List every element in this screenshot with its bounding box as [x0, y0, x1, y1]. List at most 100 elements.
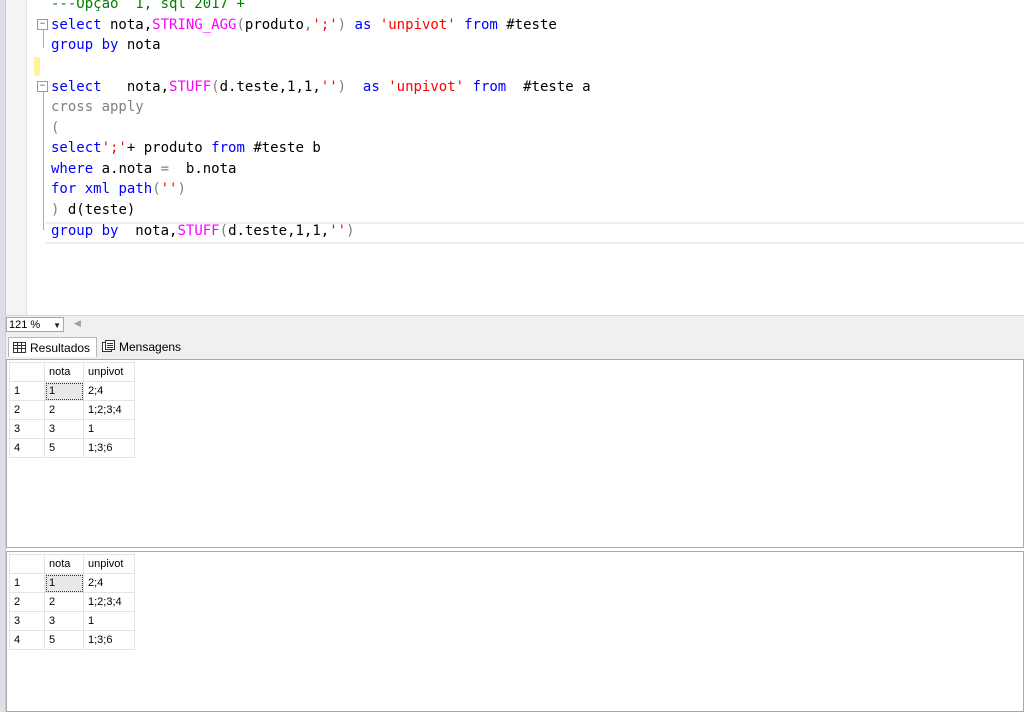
- table-row[interactable]: 4 5 1;3;6: [9, 630, 135, 650]
- table-row[interactable]: 1 1 2;4: [9, 381, 135, 401]
- table-row[interactable]: 4 5 1;3;6: [9, 438, 135, 458]
- change-marker: [34, 57, 40, 76]
- row-number[interactable]: 3: [9, 611, 45, 631]
- header-row: nota unpivot: [9, 362, 135, 382]
- messages-icon: [102, 338, 115, 358]
- code-token: #teste: [497, 17, 557, 33]
- cell-unpivot[interactable]: 2;4: [83, 381, 135, 401]
- zoom-value: 121 %: [9, 319, 41, 331]
- code-token: a.nota: [93, 161, 161, 177]
- tab-label: Mensagens: [119, 340, 182, 354]
- column-header-nota[interactable]: nota: [44, 554, 84, 574]
- code-token: select: [51, 79, 102, 95]
- chevron-down-icon: ▼: [53, 321, 61, 330]
- results-grid-2[interactable]: nota unpivot 1 1 2;4 2 2 1;2;3;4 3 3 1 4 5 1;3;6: [6, 551, 1024, 712]
- cell-unpivot[interactable]: 1;2;3;4: [83, 592, 135, 612]
- zoom-dropdown[interactable]: 121 % ▼: [6, 317, 64, 332]
- cell-nota[interactable]: 5: [44, 630, 84, 650]
- tab-resultados[interactable]: Resultados: [8, 337, 98, 357]
- code-line[interactable]: for xml path(''): [51, 179, 186, 199]
- code-line[interactable]: ---Opçao 1, sql 2017 +: [51, 0, 245, 14]
- editor-gutter: [6, 0, 27, 315]
- row-number[interactable]: 1: [9, 573, 45, 593]
- results-table: nota unpivot 1 1 2;4 2 2 1;2;3;4 3 3 1 4 5 1;3;6: [9, 554, 135, 650]
- code-token: 'unpivot': [388, 79, 465, 95]
- code-token: (: [236, 17, 245, 33]
- code-line[interactable]: ) d(teste): [51, 200, 135, 220]
- row-number[interactable]: 4: [9, 630, 45, 650]
- code-token: ';': [312, 17, 338, 33]
- code-token: cross apply: [51, 99, 144, 115]
- code-token: nota,: [118, 223, 178, 239]
- row-number[interactable]: 3: [9, 419, 45, 439]
- cell-nota[interactable]: 5: [44, 438, 84, 458]
- corner-cell[interactable]: [9, 554, 45, 574]
- row-number[interactable]: 4: [9, 438, 45, 458]
- table-row[interactable]: 2 2 1;2;3;4: [9, 400, 135, 420]
- cell-unpivot[interactable]: 1: [83, 419, 135, 439]
- code-token: #teste a: [506, 79, 591, 95]
- code-token: where: [51, 161, 94, 177]
- code-token: STRING_AGG: [152, 17, 237, 33]
- query-editor[interactable]: − − ---Opçao 1, sql 2017 + select nota,ST…: [6, 0, 1024, 315]
- code-line[interactable]: select nota,STRING_AGG(produto,';') as '…: [51, 15, 557, 35]
- row-number[interactable]: 2: [9, 592, 45, 612]
- cell-nota[interactable]: 3: [44, 611, 84, 631]
- row-number[interactable]: 2: [9, 400, 45, 420]
- code-line[interactable]: (: [51, 118, 59, 138]
- column-header-nota[interactable]: nota: [44, 362, 84, 382]
- code-line[interactable]: select';'+ produto from #teste b: [51, 138, 321, 158]
- table-row[interactable]: 1 1 2;4: [9, 573, 135, 593]
- scroll-left-icon[interactable]: ◀: [74, 318, 81, 329]
- cell-nota[interactable]: 2: [44, 400, 84, 420]
- code-token: ---Opçao 1, sql 2017 +: [51, 0, 245, 12]
- table-row[interactable]: 331: [9, 611, 135, 631]
- code-line[interactable]: select nota,STUFF(d.teste,1,1,'') as 'un…: [51, 77, 591, 97]
- code-token: nota,: [101, 17, 153, 33]
- results-grid-1[interactable]: nota unpivot 1 1 2;4 2 2 1;2;3;4 3 3 1 4 5 1;3;6: [6, 359, 1024, 548]
- editor-statusbar: 121 % ▼ ◀: [6, 315, 1024, 335]
- column-header-unpivot[interactable]: unpivot: [83, 554, 135, 574]
- corner-cell[interactable]: [9, 362, 45, 382]
- code-line[interactable]: where a.nota = b.nota: [51, 159, 236, 179]
- code-token: ): [337, 79, 347, 95]
- cell-nota[interactable]: 3: [44, 419, 84, 439]
- code-token: d.teste,1,1,: [228, 223, 330, 239]
- column-header-unpivot[interactable]: unpivot: [83, 362, 135, 382]
- code-line[interactable]: cross apply: [51, 97, 144, 117]
- code-token: group: [51, 223, 94, 239]
- code-token: ): [337, 17, 347, 33]
- table-row[interactable]: 331: [9, 419, 135, 439]
- cell-nota[interactable]: 2: [44, 592, 84, 612]
- code-token: as: [354, 17, 372, 33]
- cell-unpivot[interactable]: 1;3;6: [83, 438, 135, 458]
- code-token: ';': [101, 140, 127, 156]
- code-token: (: [211, 79, 220, 95]
- row-number[interactable]: 1: [9, 381, 45, 401]
- tab-mensagens[interactable]: Mensagens: [98, 337, 187, 357]
- code-token: from: [211, 140, 245, 156]
- collapse-icon[interactable]: −: [37, 19, 48, 30]
- code-token: STUFF: [177, 223, 220, 239]
- cell-unpivot[interactable]: 1;2;3;4: [83, 400, 135, 420]
- code-token: nota,: [101, 79, 170, 95]
- cell-unpivot[interactable]: 1;3;6: [83, 630, 135, 650]
- results-table: nota unpivot 1 1 2;4 2 2 1;2;3;4 3 3 1 4 5 1;3;6: [9, 362, 135, 458]
- cell-unpivot[interactable]: 1: [83, 611, 135, 631]
- code-token: select: [51, 140, 102, 156]
- table-row[interactable]: 2 2 1;2;3;4: [9, 592, 135, 612]
- code-line[interactable]: group by nota,STUFF(d.teste,1,1,''): [51, 221, 355, 241]
- code-line[interactable]: group by nota: [51, 35, 161, 55]
- code-token: '': [160, 181, 178, 197]
- code-token: group: [51, 37, 94, 53]
- cell-nota[interactable]: 1: [44, 573, 84, 593]
- fold-line: [43, 92, 44, 230]
- code-token: for: [51, 181, 77, 197]
- collapse-icon[interactable]: −: [37, 81, 48, 92]
- code-token: select: [51, 17, 102, 33]
- cell-unpivot[interactable]: 2;4: [83, 573, 135, 593]
- cell-nota[interactable]: 1: [44, 381, 84, 401]
